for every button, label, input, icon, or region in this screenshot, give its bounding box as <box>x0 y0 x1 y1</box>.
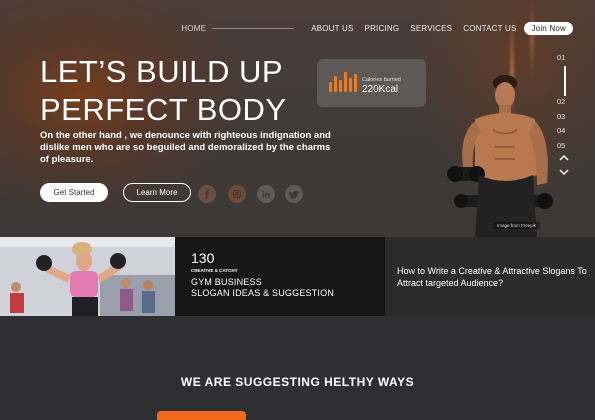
pager-item-05[interactable]: 05 <box>557 141 565 150</box>
feature-tagline: CREATIVE & CATCHY <box>191 268 238 273</box>
nav-divider <box>212 28 295 29</box>
hero-description: On the other hand , we denounce with rig… <box>40 130 331 165</box>
facebook-icon[interactable] <box>198 185 216 203</box>
article-title: How to Write a Creative & Attractive Slo… <box>397 266 587 288</box>
gym-class-photo <box>0 237 175 316</box>
calories-value: 220Kcal <box>362 84 399 95</box>
athlete-image <box>447 75 553 237</box>
nav-item-about[interactable]: ABOUT US <box>311 24 353 33</box>
nav-item-home[interactable]: HOME <box>181 24 206 33</box>
pager-item-04[interactable]: 04 <box>557 126 565 135</box>
slogan-feature-card[interactable]: 130 CREATIVE & CATCHY GYM BUSINESS SLOGA… <box>175 237 385 316</box>
get-started-button[interactable]: Get Started <box>40 183 108 202</box>
hero-headline: LET’S BUILD UP PERFECT BODY <box>40 53 287 129</box>
nav-item-pricing[interactable]: PRICING <box>365 24 400 33</box>
learn-more-button[interactable]: Learn More <box>123 183 191 202</box>
linkedin-icon[interactable] <box>257 185 275 203</box>
calories-card: Calories burned 220Kcal <box>317 59 426 107</box>
nav-item-services[interactable]: SERVICES <box>410 24 452 33</box>
feature-title-line-1: GYM BUSINESS <box>191 277 262 287</box>
calories-label: Calories burned <box>362 77 401 83</box>
chevron-down-icon[interactable] <box>559 168 569 176</box>
feature-title-line-2: SLOGAN IDEAS & SUGGESTION <box>191 288 335 298</box>
article-card[interactable]: How to Write a Creative & Attractive Slo… <box>385 237 595 316</box>
feature-count: 130 <box>191 250 215 266</box>
light-flare <box>530 0 534 80</box>
headline-line-1: LET’S BUILD UP <box>40 54 284 89</box>
hero-section: HOME ABOUT US PRICING SERVICES CONTACT U… <box>0 0 595 237</box>
pager-item-01[interactable]: 01 <box>557 53 565 62</box>
top-nav: HOME ABOUT US PRICING SERVICES CONTACT U… <box>181 22 573 35</box>
bar-chart-icon <box>329 72 357 92</box>
join-now-button[interactable]: Join Now <box>524 22 573 35</box>
pager-item-03[interactable]: 03 <box>557 112 565 121</box>
section-title: WE ARE SUGGESTING HELTHY WAYS <box>180 375 415 389</box>
chevron-up-icon[interactable] <box>559 154 569 162</box>
nav-item-contact[interactable]: CONTACT US <box>463 24 516 33</box>
instagram-icon[interactable] <box>228 185 246 203</box>
pager-active-indicator <box>564 66 566 96</box>
feature-title: GYM BUSINESS SLOGAN IDEAS & SUGGESTION <box>191 277 334 299</box>
twitter-icon[interactable] <box>285 185 303 203</box>
pager-item-02[interactable]: 02 <box>557 97 565 106</box>
image-caption: Image from Freepik <box>493 222 541 229</box>
headline-line-2: PERFECT BODY <box>40 92 287 127</box>
cta-button[interactable] <box>157 411 246 420</box>
